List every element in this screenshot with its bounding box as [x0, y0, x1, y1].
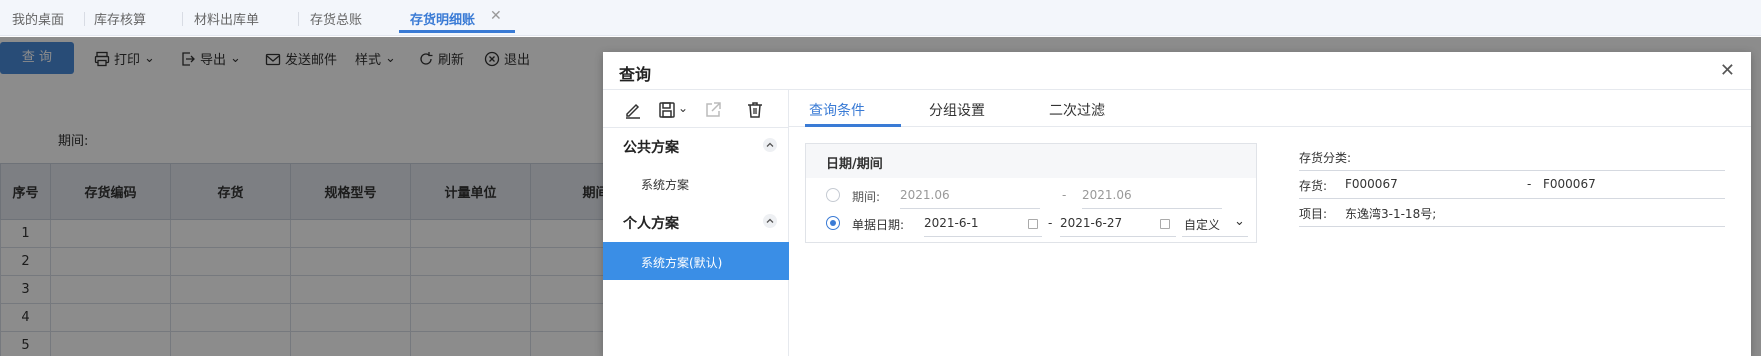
- close-icon[interactable]: ✕: [490, 8, 502, 24]
- inventory-label: 存货:: [1299, 179, 1328, 193]
- chevron-down-icon[interactable]: ⌄: [678, 101, 688, 115]
- scheme-item-selected[interactable]: 系统方案(默认): [603, 242, 789, 280]
- doc-date-label: 单据日期:: [852, 218, 905, 232]
- doc-date-from-field[interactable]: 2021-6-1: [924, 216, 978, 230]
- range-dash: -: [1527, 177, 1532, 191]
- chevron-up-icon[interactable]: [763, 138, 777, 152]
- query-panel: 查询条件 分组设置 二次过滤 日期/期间 期间: 2021.06 - 2021.…: [789, 90, 1751, 356]
- dialog-header: 查询 ✕: [603, 52, 1751, 90]
- tab-separator: [84, 12, 85, 26]
- range-dash: -: [1048, 216, 1053, 230]
- doc-date-radio[interactable]: [826, 216, 840, 230]
- tab-inventory-ledger[interactable]: 存货总账: [310, 9, 362, 28]
- period-label: 期间:: [852, 190, 881, 204]
- inventory-from-field[interactable]: F000067: [1345, 177, 1398, 191]
- scheme-panel: ⌄ 公共方案 系统方案 个人方案 系统方案(默认): [603, 90, 789, 356]
- tab-separator: [298, 12, 299, 26]
- tab-bar: 我的桌面 库存核算 材料出库单 存货总账 存货明细账 ✕: [0, 0, 1761, 36]
- dialog-title: 查询: [619, 65, 652, 84]
- date-period-title: 日期/期间: [826, 157, 883, 172]
- period-from-field[interactable]: 2021.06: [900, 188, 950, 202]
- personal-schemes-section[interactable]: 个人方案: [603, 204, 789, 238]
- scheme-item-label: 系统方案(默认): [641, 256, 723, 270]
- tab-material-outbound[interactable]: 材料出库单: [194, 9, 259, 28]
- category-filter[interactable]: 存货分类:: [1299, 143, 1725, 171]
- query-dialog: 查询 ✕ ⌄ 公共方案 系统方案 个人方案 系统方案(默认) 查询条件 分组设置…: [603, 52, 1751, 356]
- inventory-filter[interactable]: 存货: F000067 - F000067: [1299, 171, 1725, 199]
- active-tab-indicator: [399, 30, 515, 33]
- query-tabs: 查询条件 分组设置 二次过滤: [789, 90, 1751, 127]
- category-label: 存货分类:: [1299, 151, 1352, 165]
- range-mode-select[interactable]: 自定义: [1184, 216, 1220, 233]
- public-schemes-title: 公共方案: [623, 140, 679, 156]
- tab-separator: [182, 12, 183, 26]
- edit-icon[interactable]: [623, 100, 643, 120]
- tab-inventory-accounting[interactable]: 库存核算: [94, 9, 146, 28]
- range-dash: -: [1062, 188, 1067, 202]
- scheme-item[interactable]: 系统方案: [603, 164, 789, 202]
- project-filter[interactable]: 项目: 东逸湾3-1-18号;: [1299, 199, 1725, 227]
- inventory-to-field[interactable]: F000067: [1543, 177, 1596, 191]
- tab-inventory-detail-ledger[interactable]: 存货明细账: [410, 9, 475, 28]
- close-icon[interactable]: ✕: [1720, 60, 1735, 81]
- date-period-header: 日期/期间: [806, 144, 1256, 178]
- chevron-down-icon[interactable]: ⌄: [1234, 214, 1245, 229]
- calendar-icon[interactable]: [1028, 219, 1038, 229]
- share-icon[interactable]: [703, 100, 723, 120]
- tab-grouping[interactable]: 分组设置: [929, 100, 985, 120]
- personal-schemes-title: 个人方案: [623, 216, 679, 232]
- save-icon[interactable]: [657, 100, 677, 120]
- project-field[interactable]: 东逸湾3-1-18号;: [1345, 205, 1436, 222]
- calendar-icon[interactable]: [1160, 219, 1170, 229]
- scheme-toolbar: ⌄: [603, 90, 789, 128]
- public-schemes-section[interactable]: 公共方案: [603, 128, 789, 162]
- doc-date-to-field[interactable]: 2021-6-27: [1060, 216, 1122, 230]
- chevron-up-icon[interactable]: [763, 214, 777, 228]
- trash-icon[interactable]: [745, 100, 765, 120]
- project-label: 项目:: [1299, 207, 1328, 221]
- tab-secondary-filter[interactable]: 二次过滤: [1049, 100, 1105, 120]
- scheme-item-label: 系统方案: [641, 178, 690, 192]
- tab-query-conditions[interactable]: 查询条件: [809, 100, 865, 120]
- date-period-box: 日期/期间 期间: 2021.06 - 2021.06 单据日期: 2021-6…: [805, 143, 1257, 243]
- tab-my-desktop[interactable]: 我的桌面: [12, 9, 64, 28]
- active-tab-indicator: [805, 124, 901, 127]
- period-radio[interactable]: [826, 188, 840, 202]
- filter-fields: 存货分类: 存货: F000067 - F000067 项目: 东逸湾3-1-1…: [1299, 143, 1725, 263]
- period-to-field[interactable]: 2021.06: [1082, 188, 1132, 202]
